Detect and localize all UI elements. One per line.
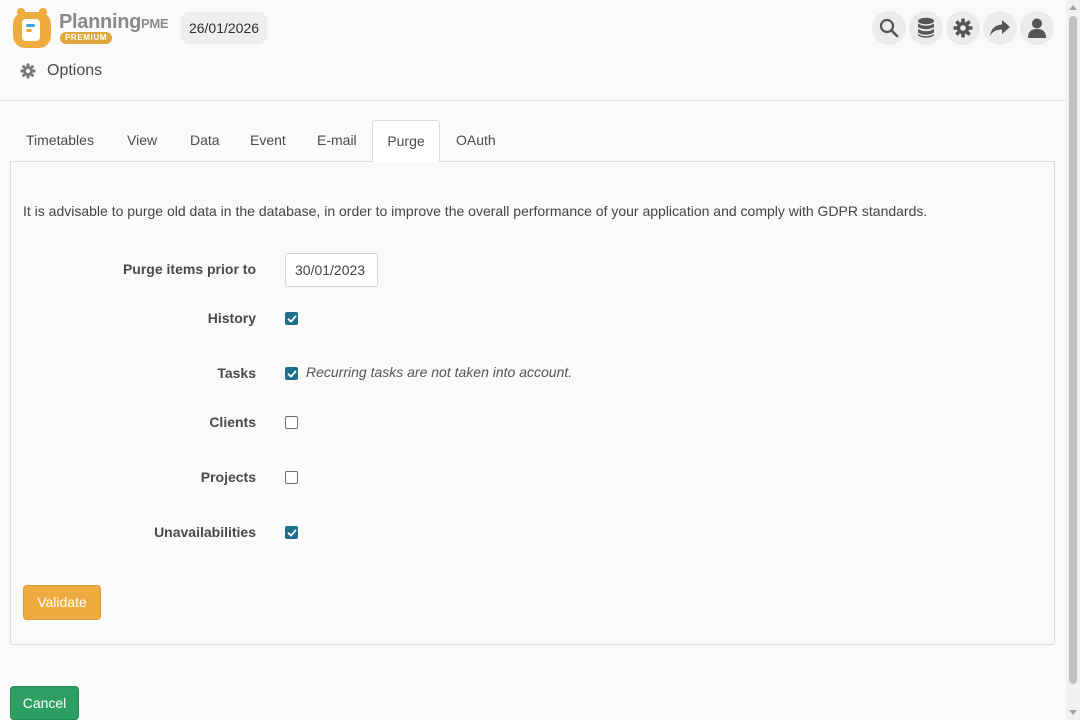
purge-date-input[interactable] [285,253,378,287]
tab-purge[interactable]: Purge [372,120,440,162]
share-icon[interactable] [983,11,1017,45]
tab-view[interactable]: View [127,120,157,162]
clients-label: Clients [209,414,256,430]
planningpme-logo[interactable] [12,7,52,49]
tasks-note: Recurring tasks are not taken into accou… [306,364,573,380]
checkmark-icon [287,315,296,322]
scroll-up-arrow-icon[interactable] [1069,5,1077,10]
tab-event[interactable]: Event [250,120,286,162]
clients-checkbox[interactable] [285,416,298,429]
page-scrollbar[interactable] [1066,0,1080,720]
cancel-button[interactable]: Cancel [10,686,79,720]
unavailabilities-label: Unavailabilities [154,524,256,540]
checkmark-icon [287,529,296,536]
purge-prior-label: Purge items prior to [122,261,256,277]
search-icon[interactable] [872,11,906,45]
options-tabs: Timetables View Data Event E-mail Purge … [10,120,1055,162]
tab-email[interactable]: E-mail [317,120,357,162]
brand-suffix: PME [141,16,169,31]
premium-badge: PREMIUM [60,32,112,44]
history-label: History [207,310,256,326]
history-checkbox[interactable] [285,312,298,325]
tasks-checkbox[interactable] [285,367,298,380]
checkmark-icon [287,370,296,377]
projects-checkbox[interactable] [285,471,298,484]
purge-intro-text: It is advisable to purge old data in the… [23,203,928,219]
current-date[interactable]: 26/01/2026 [181,12,267,44]
gear-icon[interactable] [946,11,980,45]
tab-oauth[interactable]: OAuth [456,120,496,162]
unavailabilities-checkbox[interactable] [285,526,298,539]
database-icon[interactable] [909,11,943,45]
scroll-down-arrow-icon[interactable] [1069,710,1077,715]
tasks-label: Tasks [217,365,256,381]
page-title: Options [47,62,103,79]
tab-timetables[interactable]: Timetables [26,120,94,162]
tab-data[interactable]: Data [190,120,220,162]
projects-label: Projects [200,469,256,485]
brand-name-text: Planning [59,11,142,33]
validate-button[interactable]: Validate [23,585,101,620]
gear-icon [20,63,36,79]
purge-panel: It is advisable to purge old data in the… [10,161,1055,645]
user-icon[interactable] [1020,11,1054,45]
scrollbar-thumb[interactable] [1069,16,1077,684]
app-header: PlanningPME PREMIUM 26/01/2026 Options [0,0,1066,101]
brand-name: PlanningPME [59,11,169,34]
